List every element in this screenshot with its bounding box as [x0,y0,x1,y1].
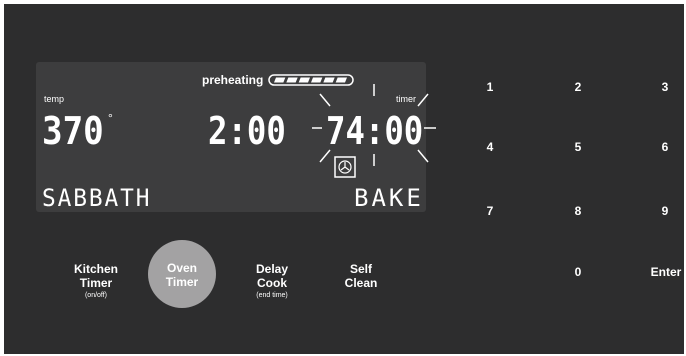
keypad-0-button[interactable]: 0 [558,265,598,279]
enter-button[interactable]: Enter [641,265,686,279]
delay-cook-line1: Delay [255,262,289,276]
convection-fan-icon [334,156,356,178]
clock-display: 2:00 [208,109,286,153]
keypad-2-button[interactable]: 2 [558,80,598,94]
delay-cook-line2: Cook [257,276,287,290]
keypad-1-button[interactable]: 1 [470,80,510,94]
preheating-label: preheating [202,73,264,87]
keypad-9-button[interactable]: 9 [645,204,685,218]
mode-left-display: SABBATH [42,184,152,212]
preheat-progress-segment [298,77,310,83]
mode-right-display: BAKE [354,184,424,212]
timer-display: 74:00 [326,109,424,153]
temp-label: temp [44,94,65,104]
keypad-8-button[interactable]: 8 [558,204,598,218]
kitchen-timer-line2: Timer [79,276,113,290]
delay-cook-button[interactable]: Delay Cook (end time) [242,262,302,301]
oven-timer-label[interactable]: Oven Timer [154,261,210,289]
preheat-progress-segment [274,77,286,83]
keypad-4-button[interactable]: 4 [470,140,510,154]
self-clean-line1: Self [349,262,372,276]
temp-unit: ° [108,111,113,125]
self-clean-line2: Clean [344,276,378,290]
temp-value: 370 [42,109,104,153]
oven-timer-line2: Timer [165,275,199,289]
kitchen-timer-sub: (on/off) [84,292,108,299]
keypad-3-button[interactable]: 3 [645,80,685,94]
kitchen-timer-line1: Kitchen [73,262,118,276]
keypad-7-button[interactable]: 7 [470,204,510,218]
keypad-5-button[interactable]: 5 [558,140,598,154]
delay-cook-sub: (end time) [256,292,288,299]
preheat-progress-segment [286,77,298,83]
keypad-6-button[interactable]: 6 [645,140,685,154]
oven-timer-line1: Oven [166,261,197,275]
kitchen-timer-button[interactable]: Kitchen Timer (on/off) [66,262,126,301]
self-clean-button[interactable]: Self Clean [331,262,391,290]
